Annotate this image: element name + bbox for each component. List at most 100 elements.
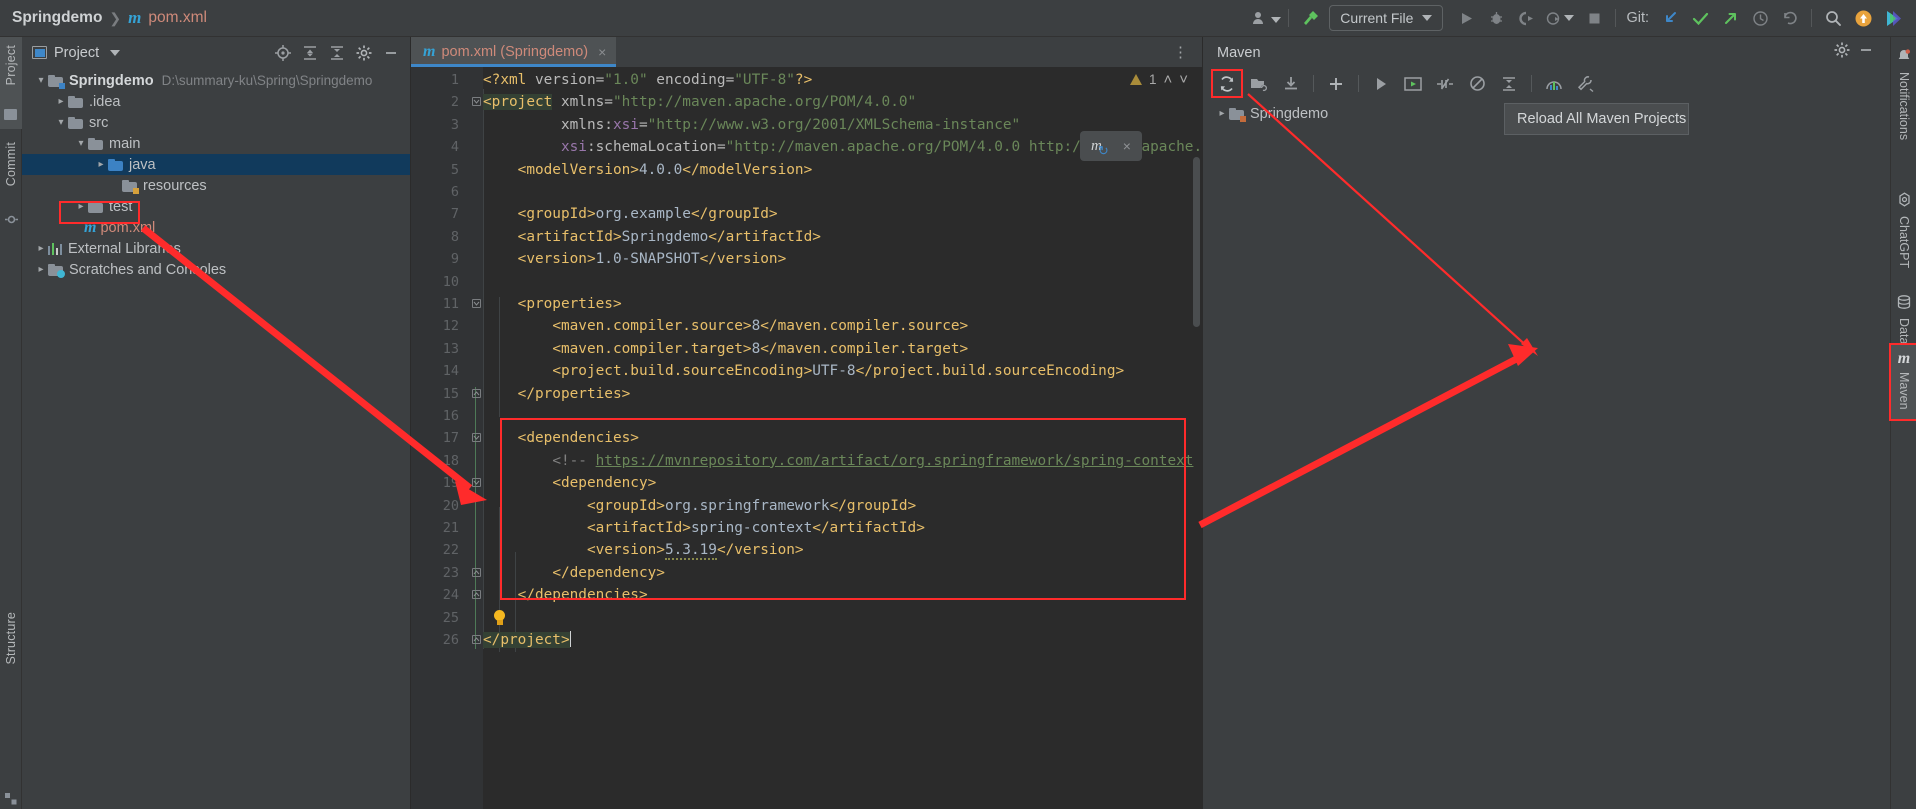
- tree-row-idea[interactable]: ▸ .idea: [22, 91, 410, 112]
- git-rollback-icon[interactable]: [1775, 4, 1805, 32]
- breadcrumb-file[interactable]: pom.xml: [148, 9, 207, 27]
- sidebar-item-maven[interactable]: m Maven: [1889, 343, 1916, 421]
- git-commit-icon[interactable]: [1685, 4, 1715, 32]
- code-line[interactable]: <groupId>org.example</groupId>: [483, 203, 778, 225]
- git-history-icon[interactable]: [1745, 4, 1775, 32]
- prev-problem-icon[interactable]: ˄: [1163, 71, 1172, 88]
- chevron-right-icon[interactable]: ▸: [34, 243, 48, 254]
- breadcrumb-project[interactable]: Springdemo: [12, 9, 102, 27]
- close-icon[interactable]: ×: [1123, 138, 1131, 154]
- code-line[interactable]: <modelVersion>4.0.0</modelVersion>: [483, 159, 813, 181]
- code-line[interactable]: <maven.compiler.target>8</maven.compiler…: [483, 338, 968, 360]
- ide-icon[interactable]: [1878, 4, 1908, 32]
- code-line[interactable]: <properties>: [483, 293, 622, 315]
- sidebar-item-structure[interactable]: Structure: [4, 612, 18, 665]
- add-maven-projects-icon[interactable]: [1244, 70, 1274, 97]
- tree-row-external-libraries[interactable]: ▸ External Libraries: [22, 238, 410, 259]
- user-avatar-icon[interactable]: [1252, 4, 1282, 32]
- sidebar-item-chatgpt[interactable]: ChatGPT: [1891, 192, 1916, 268]
- maven-settings-icon[interactable]: [1571, 70, 1601, 97]
- execute-maven-goal-icon[interactable]: [1398, 70, 1428, 97]
- run-configuration-selector[interactable]: Current File: [1329, 5, 1444, 31]
- chevron-right-icon[interactable]: ▸: [34, 264, 48, 275]
- hide-icon[interactable]: [379, 41, 403, 65]
- code-line[interactable]: <project.build.sourceEncoding>UTF-8</pro…: [483, 360, 1124, 382]
- code-line[interactable]: <artifactId>Springdemo</artifactId>: [483, 226, 821, 248]
- profiler-icon[interactable]: [1541, 4, 1579, 32]
- chevron-right-icon[interactable]: ▸: [74, 201, 88, 212]
- fold-end-icon[interactable]: [472, 635, 481, 644]
- fold-end-icon[interactable]: [472, 590, 481, 600]
- toggle-offline-mode-icon[interactable]: [1462, 70, 1492, 97]
- reload-all-maven-projects-icon[interactable]: [1211, 69, 1243, 98]
- fold-collapse-icon[interactable]: [472, 97, 481, 107]
- code-line[interactable]: <version>1.0-SNAPSHOT</version>: [483, 248, 787, 270]
- build-hammer-icon[interactable]: [1295, 4, 1325, 32]
- show-dependencies-icon[interactable]: [1539, 70, 1569, 97]
- code-line[interactable]: <maven.compiler.source>8</maven.compiler…: [483, 315, 968, 337]
- editor-options-icon[interactable]: ⋮: [1159, 37, 1202, 67]
- gear-icon[interactable]: [1834, 42, 1850, 63]
- toggle-skip-tests-icon[interactable]: [1430, 70, 1460, 97]
- code-line[interactable]: </project>: [483, 629, 572, 651]
- tree-row-pom-xml[interactable]: m pom.xml: [22, 217, 410, 238]
- tree-row-resources[interactable]: resources: [22, 175, 410, 196]
- code-line[interactable]: <artifactId>spring-context</artifactId>: [483, 517, 925, 539]
- inspection-widget[interactable]: 1 ˄ ˅: [1129, 71, 1188, 88]
- expand-all-icon[interactable]: [298, 41, 322, 65]
- code-line[interactable]: xmlns:xsi="http://www.w3.org/2001/XMLSch…: [483, 114, 1020, 136]
- tree-row-java[interactable]: ▸ java: [22, 154, 410, 175]
- sidebar-item-project[interactable]: Project: [4, 45, 18, 85]
- fold-end-icon[interactable]: [472, 567, 481, 577]
- code-line[interactable]: <!-- https://mvnrepository.com/artifact/…: [483, 450, 1228, 472]
- run-icon[interactable]: [1451, 4, 1481, 32]
- maven-reimport-badge[interactable]: m ↻ ×: [1080, 131, 1142, 161]
- debug-icon[interactable]: [1481, 4, 1511, 32]
- next-problem-icon[interactable]: ˅: [1179, 71, 1188, 88]
- code-line[interactable]: </dependencies>: [483, 584, 648, 606]
- close-icon[interactable]: ×: [598, 44, 606, 60]
- locate-icon[interactable]: [271, 41, 295, 65]
- run-maven-build-icon[interactable]: [1366, 70, 1396, 97]
- chevron-right-icon[interactable]: ▸: [1215, 108, 1229, 119]
- tree-row-scratches-and-consoles[interactable]: ▸ Scratches and Consoles: [22, 259, 410, 280]
- intention-bulb-icon[interactable]: [493, 609, 506, 626]
- chevron-down-icon[interactable]: ▾: [74, 138, 88, 149]
- sidebar-item-commit[interactable]: Commit: [4, 142, 18, 186]
- fold-collapse-icon[interactable]: [472, 478, 481, 488]
- code-editor[interactable]: 1 ˄ ˅ m ↻ × 1 <?xml version="1.0" encodin…: [411, 67, 1254, 809]
- code-line[interactable]: <project xmlns="http://maven.apache.org/…: [483, 91, 916, 113]
- tab-pom-xml[interactable]: m pom.xml (Springdemo) ×: [411, 37, 617, 67]
- download-sources-icon[interactable]: [1276, 70, 1306, 97]
- tree-row-main[interactable]: ▾ main: [22, 133, 410, 154]
- collapse-all-icon[interactable]: [1494, 70, 1524, 97]
- fold-end-icon[interactable]: [472, 388, 481, 398]
- chevron-down-icon[interactable]: ▾: [34, 75, 48, 86]
- collapse-all-icon[interactable]: [325, 41, 349, 65]
- git-push-icon[interactable]: [1715, 4, 1745, 32]
- fold-collapse-icon[interactable]: [472, 299, 481, 308]
- fold-collapse-icon[interactable]: [472, 433, 481, 443]
- tree-row-src[interactable]: ▾ src: [22, 112, 410, 133]
- add-icon[interactable]: [1321, 70, 1351, 97]
- git-update-icon[interactable]: [1655, 4, 1685, 32]
- chevron-right-icon[interactable]: ▸: [54, 96, 68, 107]
- code-line[interactable]: <groupId>org.springframework</groupId>: [483, 495, 916, 517]
- code-line[interactable]: <dependency>: [483, 472, 656, 494]
- tree-row-test[interactable]: ▸ test: [22, 196, 410, 217]
- code-line[interactable]: <version>5.3.19</version>: [483, 539, 804, 561]
- code-line[interactable]: <?xml version="1.0" encoding="UTF-8"?>: [483, 69, 812, 91]
- stop-icon[interactable]: [1579, 4, 1609, 32]
- hide-icon[interactable]: [1858, 42, 1882, 63]
- search-everywhere-icon[interactable]: [1818, 4, 1848, 32]
- code-line[interactable]: </properties>: [483, 383, 631, 405]
- tree-row-springdemo[interactable]: ▾ Springdemo D:\summary-ku\Spring\Spring…: [22, 70, 410, 91]
- chevron-down-icon[interactable]: ▾: [54, 117, 68, 128]
- code-line[interactable]: <dependencies>: [483, 427, 639, 449]
- gear-icon[interactable]: [352, 41, 376, 65]
- run-with-coverage-icon[interactable]: [1511, 4, 1541, 32]
- code-line[interactable]: </dependency>: [483, 562, 665, 584]
- chevron-right-icon[interactable]: ▸: [94, 159, 108, 170]
- reload-icon[interactable]: ↻: [1098, 143, 1109, 159]
- updates-icon[interactable]: [1848, 4, 1878, 32]
